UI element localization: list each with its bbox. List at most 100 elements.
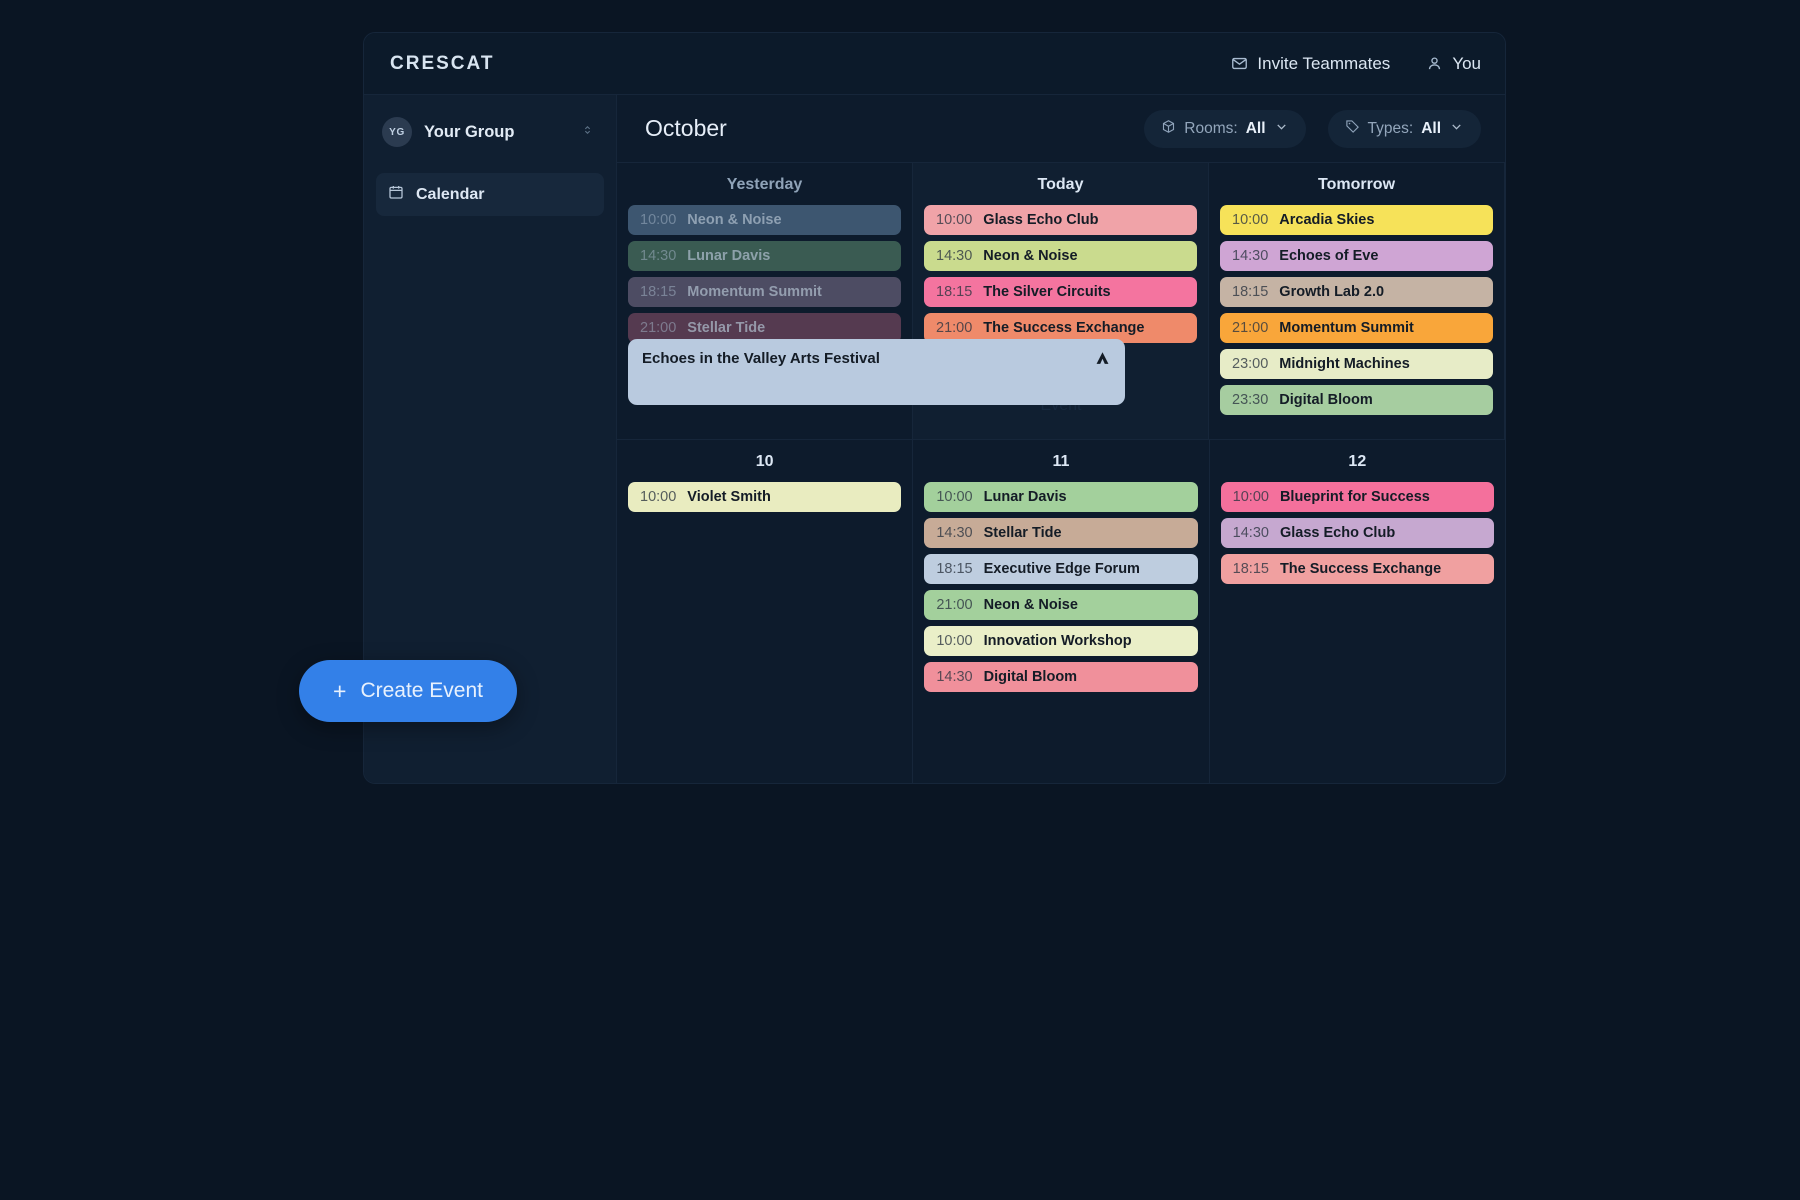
event-name: Stellar Tide [687, 320, 765, 336]
event-name: Blueprint for Success [1280, 489, 1430, 505]
calendar-row: Yesterday 10:00 Neon & Noise 14:30Lunar Dav… [617, 163, 1505, 440]
calendar-cell[interactable]: Tomorrow 10:00Arcadia Skies 14:30 Echoes of… [1209, 163, 1505, 439]
calendar-event[interactable]: 10:00 Blueprint for Success [1221, 482, 1494, 512]
event-name: The Silver Circuits [983, 284, 1110, 300]
event-time: 10:00 [640, 212, 676, 228]
event-name: Digital Bloom [984, 669, 1077, 685]
person-icon [1426, 55, 1443, 72]
calendar-event[interactable]: 23:30 Digital Bloom [1220, 385, 1493, 415]
event-time: 10:00 [1232, 212, 1268, 228]
calendar-event[interactable]: 10:00Innovation Workshop [924, 626, 1197, 656]
event-name: Stellar Tide [984, 525, 1062, 541]
calendar-event[interactable]: 10:00Violet Smith [628, 482, 901, 512]
calendar-cell[interactable]: 12 10:00 Blueprint for Success 14:30 Glass E… [1210, 440, 1505, 783]
event-time: 18:15 [1232, 284, 1268, 300]
tag-icon [1345, 119, 1360, 139]
event-name: Executive Edge Forum [984, 561, 1140, 577]
event-name: Midnight Machines [1279, 356, 1410, 372]
chevron-down-icon [1449, 119, 1464, 139]
calendar-event[interactable]: 14:30Lunar Davis [628, 241, 901, 271]
rooms-filter-label: Rooms: [1184, 120, 1237, 138]
page-title: October [645, 115, 727, 142]
event-time: 18:15 [1233, 561, 1269, 577]
calendar-event[interactable]: 18:15The Silver Circuits [924, 277, 1197, 307]
event-name: Momentum Summit [687, 284, 822, 300]
types-filter[interactable]: Types: All [1328, 110, 1481, 148]
event-time: 10:00 [936, 489, 972, 505]
event-name: Glass Echo Club [1280, 525, 1395, 541]
avatar: YG [382, 117, 412, 147]
body-split: YG Your Group Calendar [364, 95, 1505, 783]
event-name: Violet Smith [687, 489, 771, 505]
calendar-event[interactable]: 23:00 Midnight Machines [1220, 349, 1493, 379]
sidebar-item-calendar[interactable]: Calendar [376, 173, 604, 216]
calendar-event[interactable]: 21:00Neon & Noise [924, 590, 1197, 620]
calendar-cell-heading: Today [924, 176, 1197, 194]
calendar-toolbar: October Rooms: All [617, 95, 1505, 163]
top-bar-actions: Invite Teammates You [1231, 54, 1481, 74]
calendar-event[interactable]: 10:00Arcadia Skies [1220, 205, 1493, 235]
event-time: 23:30 [1232, 392, 1268, 408]
create-event-button[interactable]: + Create Event [299, 660, 517, 722]
event-time: 14:30 [936, 525, 972, 541]
calendar-cell[interactable]: 10 10:00Violet Smith [617, 440, 913, 783]
calendar-event[interactable]: 14:30Neon & Noise [924, 241, 1197, 271]
calendar-cell-heading: Tomorrow [1220, 176, 1493, 194]
calendar-event[interactable]: 14:30 Glass Echo Club [1221, 518, 1494, 548]
top-bar: CRESCAT Invite Teammates Y [364, 33, 1505, 95]
calendar-event[interactable]: 10:00 Glass Echo Club [924, 205, 1197, 235]
festival-banner-title: Echoes in the Valley Arts Festival [642, 350, 880, 367]
event-time: 18:15 [936, 561, 972, 577]
invite-teammates-button[interactable]: Invite Teammates [1231, 54, 1390, 74]
event-time: 10:00 [936, 212, 972, 228]
group-name: Your Group [424, 123, 569, 142]
rooms-filter[interactable]: Rooms: All [1144, 110, 1305, 148]
event-time: 18:15 [640, 284, 676, 300]
types-filter-label: Types: [1368, 120, 1414, 138]
calendar-event[interactable]: 18:15 Growth Lab 2.0 [1220, 277, 1493, 307]
event-name: The Success Exchange [1280, 561, 1441, 577]
event-name: Glass Echo Club [983, 212, 1098, 228]
festival-banner-wrap: Echoes in the Valley Arts Festival [628, 339, 1125, 405]
calendar-event[interactable]: 18:15 Executive Edge Forum [924, 554, 1197, 584]
event-time: 23:00 [1232, 356, 1268, 372]
event-name: Neon & Noise [984, 597, 1078, 613]
event-time: 14:30 [1232, 248, 1268, 264]
invite-teammates-label: Invite Teammates [1257, 54, 1390, 74]
filter-group: Rooms: All [1144, 110, 1481, 148]
calendar-cell-heading: 11 [924, 453, 1197, 471]
event-time: 14:30 [936, 669, 972, 685]
event-time: 14:30 [1233, 525, 1269, 541]
chevron-down-icon [1274, 119, 1289, 139]
calendar-event[interactable]: 14:30 Echoes of Eve [1220, 241, 1493, 271]
event-name: Momentum Summit [1279, 320, 1414, 336]
event-name: Echoes of Eve [1279, 248, 1378, 264]
event-name: Lunar Davis [984, 489, 1067, 505]
event-time: 10:00 [1233, 489, 1269, 505]
event-name: The Success Exchange [983, 320, 1144, 336]
chevron-up-down-icon [581, 122, 594, 143]
group-switcher[interactable]: YG Your Group [376, 109, 604, 155]
calendar-event[interactable]: 10:00 Lunar Davis [924, 482, 1197, 512]
festival-banner[interactable]: Echoes in the Valley Arts Festival [628, 339, 1125, 405]
calendar-cell[interactable]: 11 10:00 Lunar Davis 14:30 Stellar Tide 18:15… [913, 440, 1209, 783]
calendar-cell-heading: 12 [1221, 453, 1494, 471]
event-time: 21:00 [1232, 320, 1268, 336]
plus-icon: + [333, 680, 346, 703]
calendar-cell-heading: 10 [628, 453, 901, 471]
calendar-event[interactable]: 18:15 Momentum Summit [628, 277, 901, 307]
calendar-row: 1010:00Violet Smith1110:00Lunar Davis14:… [617, 440, 1505, 783]
cube-icon [1161, 119, 1176, 139]
event-name: Digital Bloom [1279, 392, 1372, 408]
event-name: Growth Lab 2.0 [1279, 284, 1384, 300]
calendar-event[interactable]: 14:30 Digital Bloom [924, 662, 1197, 692]
user-menu-button[interactable]: You [1426, 54, 1481, 74]
calendar-cell-heading: Yesterday [628, 176, 901, 194]
app-window: CRESCAT Invite Teammates Y [363, 32, 1506, 784]
calendar-event[interactable]: 18:15 The Success Exchange [1221, 554, 1494, 584]
calendar-event[interactable]: 21:00 Momentum Summit [1220, 313, 1493, 343]
calendar-event[interactable]: 14:30 Stellar Tide [924, 518, 1197, 548]
app-logo: CRESCAT [390, 53, 494, 75]
calendar-event[interactable]: 10:00 Neon & Noise [628, 205, 901, 235]
event-name: Neon & Noise [687, 212, 781, 228]
